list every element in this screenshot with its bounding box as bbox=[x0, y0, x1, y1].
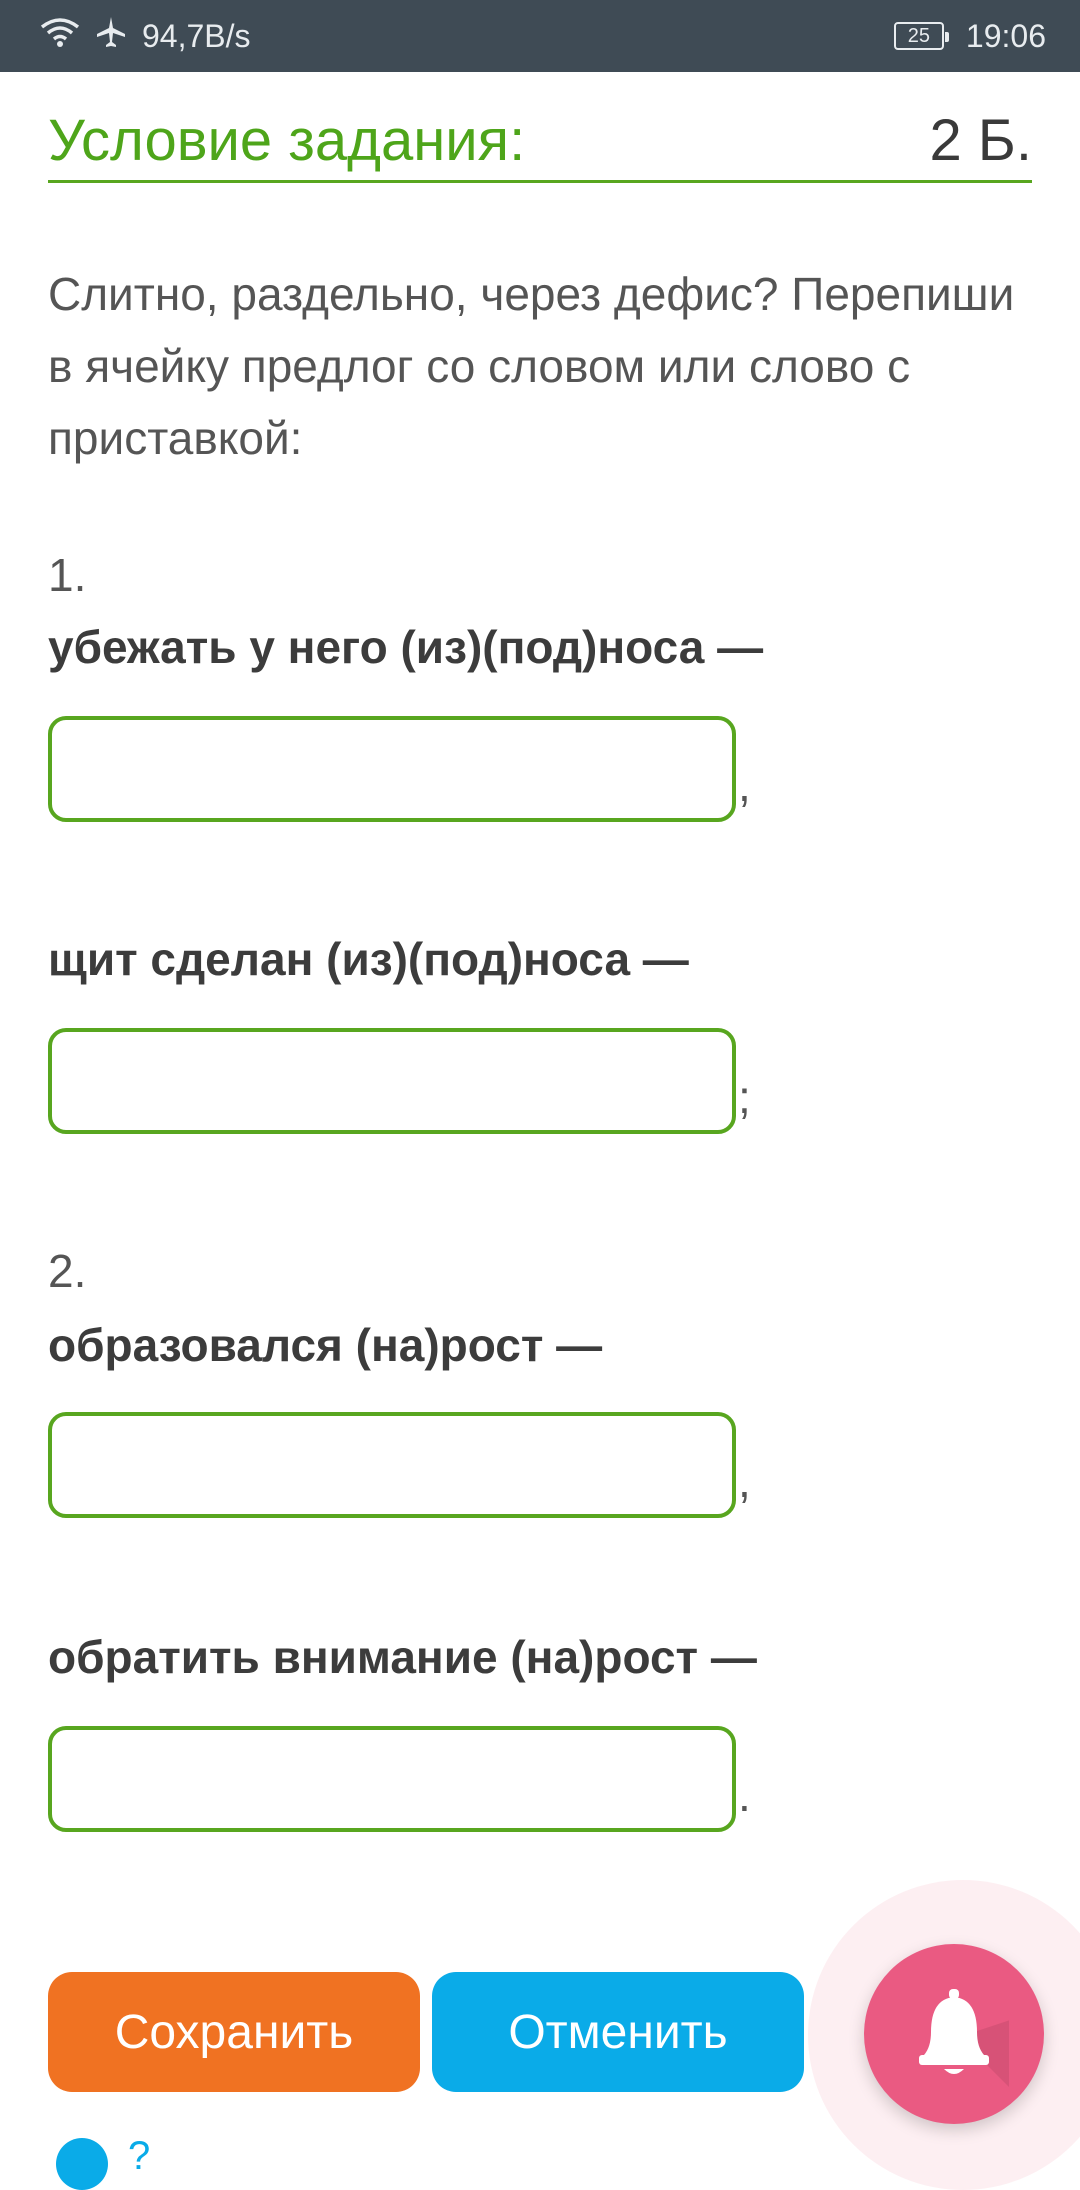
question-number-1: 1. bbox=[48, 549, 87, 601]
question-text: щит сделан (из)(под)носа — bbox=[48, 933, 689, 985]
task-header: Условие задания: 2 Б. bbox=[48, 100, 1032, 183]
info-icon[interactable] bbox=[56, 2138, 108, 2190]
points-badge: 2 Б. bbox=[929, 107, 1032, 173]
bell-icon bbox=[899, 1977, 1019, 2097]
punctuation: . bbox=[738, 1769, 751, 1821]
status-right: 25 19:06 bbox=[893, 17, 1046, 55]
task-description: Слитно, раздельно, через дефис? Перепиши… bbox=[48, 268, 1015, 464]
notifications-button[interactable] bbox=[864, 1944, 1044, 2124]
question-text: образовался (на)рост — bbox=[48, 1319, 603, 1371]
punctuation: ; bbox=[738, 1071, 751, 1123]
info-text[interactable]: ? bbox=[128, 2134, 150, 2179]
answer-input-2a[interactable] bbox=[48, 1412, 736, 1518]
cancel-button[interactable]: Отменить bbox=[432, 1972, 804, 2092]
battery-level: 25 bbox=[907, 24, 931, 47]
airplane-icon bbox=[94, 15, 128, 57]
wifi-icon bbox=[40, 17, 80, 55]
question-text: обратить внимание (на)рост — bbox=[48, 1631, 757, 1683]
punctuation: , bbox=[738, 759, 751, 811]
punctuation: , bbox=[738, 1455, 751, 1507]
page-title: Условие задания: bbox=[48, 107, 526, 173]
status-left: 94,7B/s bbox=[40, 15, 251, 57]
network-speed: 94,7B/s bbox=[142, 17, 251, 54]
question-text: убежать у него (из)(под)носа — bbox=[48, 621, 764, 673]
status-bar: 94,7B/s 25 19:06 bbox=[0, 0, 1080, 72]
clock: 19:06 bbox=[965, 17, 1046, 54]
answer-input-1b[interactable] bbox=[48, 1028, 736, 1134]
answer-input-1a[interactable] bbox=[48, 716, 736, 822]
question-number-2: 2. bbox=[48, 1245, 87, 1297]
answer-input-2b[interactable] bbox=[48, 1726, 736, 1832]
save-button[interactable]: Сохранить bbox=[48, 1972, 420, 2092]
battery-icon: 25 bbox=[893, 22, 949, 50]
